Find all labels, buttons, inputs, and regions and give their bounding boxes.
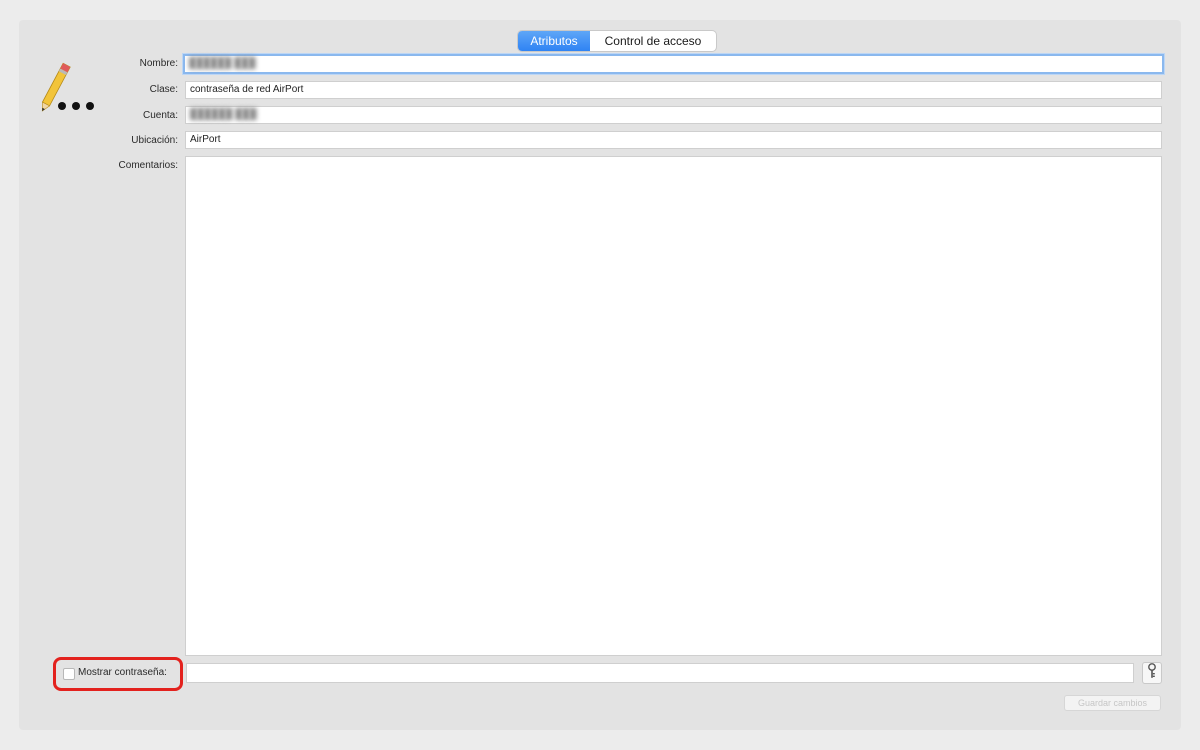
comments-textarea[interactable]	[185, 156, 1162, 656]
tab-attributes[interactable]: Atributos	[518, 31, 590, 51]
show-password-label[interactable]: Mostrar contraseña:	[78, 667, 167, 678]
name-value: ██████ ███	[189, 58, 256, 69]
password-assistant-button[interactable]	[1142, 662, 1162, 684]
class-field[interactable]: contraseña de red AirPort	[185, 81, 1162, 99]
save-changes-button[interactable]: Guardar cambios	[1064, 695, 1161, 711]
class-value: contraseña de red AirPort	[190, 84, 304, 95]
location-field[interactable]: AirPort	[185, 131, 1162, 149]
location-value: AirPort	[190, 134, 221, 145]
account-field[interactable]: ██████ ███	[185, 106, 1162, 124]
account-value: ██████ ███	[190, 109, 257, 120]
keychain-item-window: Atributos Control de acceso Nombre: ████…	[0, 0, 1200, 750]
location-label: Ubicación:	[131, 135, 178, 146]
comments-label: Comentarios:	[118, 160, 178, 171]
name-field[interactable]: ██████ ███	[183, 54, 1164, 74]
show-password-checkbox[interactable]	[63, 668, 75, 680]
account-label: Cuenta:	[142, 110, 178, 121]
name-label: Nombre:	[139, 58, 178, 69]
password-field[interactable]	[186, 663, 1134, 683]
class-label: Clase:	[149, 84, 178, 95]
tab-bar: Atributos Control de acceso	[518, 31, 716, 51]
tab-access-control[interactable]: Control de acceso	[590, 31, 716, 51]
key-icon	[1147, 662, 1157, 684]
